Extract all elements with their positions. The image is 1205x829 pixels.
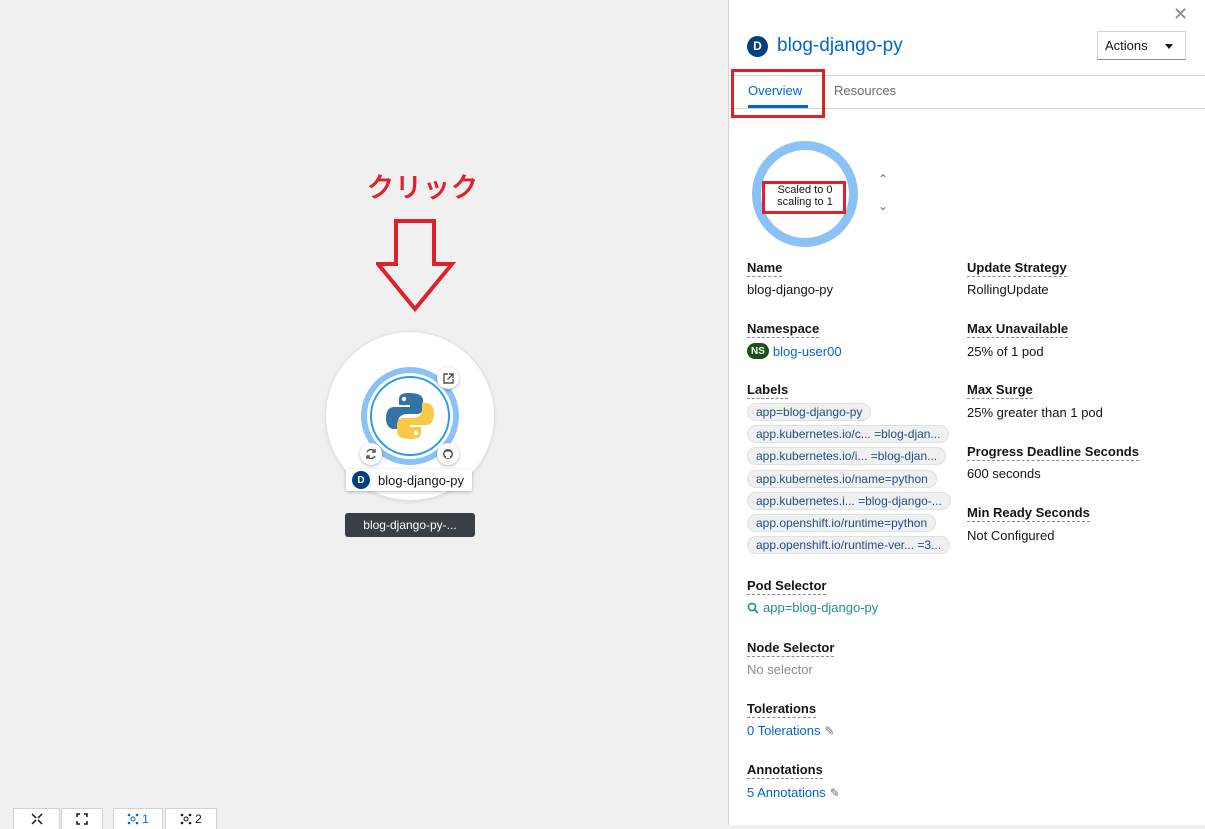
name-value: blog-django-py: [747, 282, 834, 297]
update-strategy-value: RollingUpdate: [967, 282, 1049, 297]
actions-label: Actions: [1105, 38, 1148, 53]
name-label: Name: [747, 260, 783, 277]
caret-down-icon: [1165, 44, 1173, 49]
expand-icon: [30, 813, 43, 825]
layout-2-label: 2: [195, 812, 202, 826]
tab-resources[interactable]: Resources: [834, 83, 896, 98]
max-surge-label: Max Surge: [967, 382, 1033, 399]
zoom-fit-button[interactable]: [13, 808, 60, 829]
open-url-icon[interactable]: [437, 367, 459, 389]
github-icon[interactable]: [437, 443, 459, 465]
min-ready-label: Min Ready Seconds: [967, 505, 1090, 522]
layout-2-button[interactable]: 2: [165, 808, 217, 829]
scale-down-chevron-icon[interactable]: ⌄: [878, 199, 888, 213]
pencil-icon[interactable]: ✎: [830, 786, 840, 800]
label-chip[interactable]: app.kubernetes.i... =blog-django-...: [747, 492, 951, 510]
deployment-badge: D: [747, 35, 768, 57]
namespace-value: NS blog-user00: [747, 343, 842, 359]
label-chip[interactable]: app.kubernetes.io/name=python: [747, 470, 937, 488]
actions-dropdown[interactable]: Actions: [1097, 31, 1186, 60]
progress-deadline-value: 600 seconds: [967, 466, 1041, 481]
click-annotation-text: クリック: [367, 173, 479, 203]
progress-deadline-label: Progress Deadline Seconds: [967, 444, 1139, 461]
topology-layout-icon: [180, 813, 192, 825]
max-unavailable-label: Max Unavailable: [967, 321, 1069, 338]
fullscreen-button[interactable]: [61, 808, 103, 829]
application-group-label[interactable]: blog-django-py-...: [345, 513, 475, 537]
down-arrow-annotation-icon: [376, 219, 456, 313]
deployment-badge: D: [352, 471, 370, 489]
layout-1-button[interactable]: 1: [113, 808, 163, 829]
highlight-box-overview-tab: [731, 69, 825, 118]
annotations-label: Annotations: [747, 762, 823, 779]
max-surge-value: 25% greater than 1 pod: [967, 405, 1103, 420]
resource-name-link[interactable]: blog-django-py: [777, 35, 903, 57]
close-icon[interactable]: ✕: [1173, 4, 1188, 25]
namespace-link[interactable]: blog-user00: [773, 344, 842, 359]
scale-up-chevron-icon[interactable]: ⌃: [878, 172, 888, 186]
namespace-badge: NS: [747, 343, 769, 359]
build-status-icon[interactable]: [360, 443, 382, 465]
node-label[interactable]: D blog-django-py: [346, 469, 473, 491]
topology-layout-icon: [127, 813, 139, 825]
namespace-label: Namespace: [747, 321, 820, 338]
highlight-box-pod-status: [762, 181, 846, 214]
min-ready-value: Not Configured: [967, 528, 1055, 543]
tolerations-label: Tolerations: [747, 701, 817, 718]
pod-selector-label: Pod Selector: [747, 578, 827, 595]
pod-selector-link[interactable]: app=blog-django-py: [763, 600, 878, 615]
node-selector-value: No selector: [747, 662, 813, 677]
tolerations-value: 0 Tolerations ✎: [747, 723, 835, 738]
pencil-icon[interactable]: ✎: [824, 724, 834, 738]
fullscreen-icon: [76, 813, 88, 825]
update-strategy-label: Update Strategy: [967, 260, 1067, 277]
label-chip[interactable]: app=blog-django-py: [747, 403, 872, 421]
label-chip[interactable]: app.openshift.io/runtime-ver... =3...: [747, 536, 951, 554]
annotations-value: 5 Annotations ✎: [747, 785, 840, 800]
python-logo-icon: [386, 393, 434, 439]
panel-title: D blog-django-py: [747, 35, 903, 57]
search-icon: [747, 602, 759, 614]
node-selector-label: Node Selector: [747, 640, 835, 657]
tolerations-link[interactable]: 0 Tolerations: [747, 723, 820, 738]
annotations-link[interactable]: 5 Annotations: [747, 785, 826, 800]
node-name: blog-django-py: [378, 472, 465, 488]
layout-1-label: 1: [142, 812, 149, 826]
label-chip[interactable]: app.openshift.io/runtime=python: [747, 514, 937, 532]
max-unavailable-value: 25% of 1 pod: [967, 344, 1044, 359]
label-chip[interactable]: app.kubernetes.io/i... =blog-djan...: [747, 447, 947, 465]
pod-selector-value: app=blog-django-py: [747, 600, 878, 615]
label-chip[interactable]: app.kubernetes.io/c... =blog-djan...: [747, 425, 950, 443]
labels-label: Labels: [747, 382, 789, 399]
